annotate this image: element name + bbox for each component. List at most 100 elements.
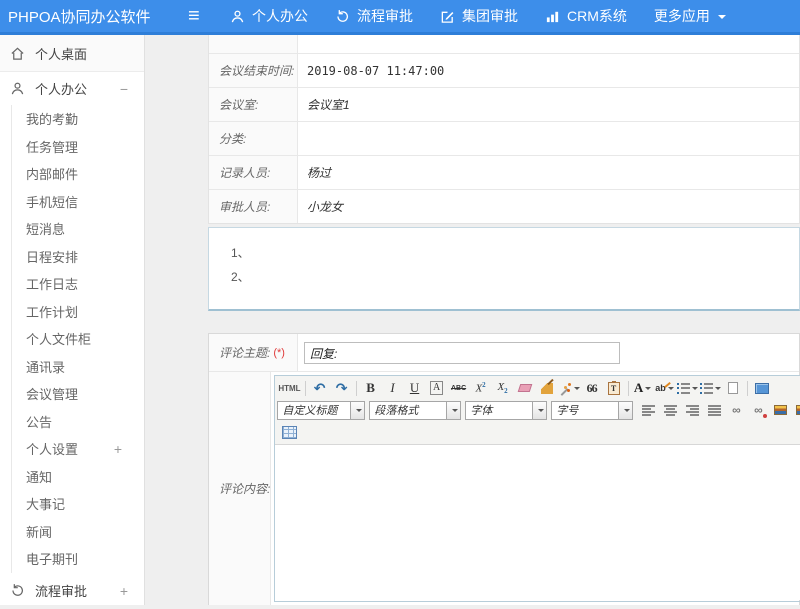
- sidebar-item-label: 短消息: [26, 219, 65, 238]
- font-color-button[interactable]: A: [633, 379, 653, 397]
- insert-table-icon[interactable]: [282, 426, 297, 439]
- sidebar-submenu: 我的考勤 任务管理 内部邮件 手机短信 短消息 日程安排 工作日志 工作计划 个…: [11, 105, 144, 573]
- unordered-list-button[interactable]: [700, 379, 721, 397]
- highlight-color-button[interactable]: ab: [655, 379, 675, 397]
- sidebar-item-label: 工作日志: [26, 274, 78, 293]
- caret-down-icon: [668, 387, 674, 393]
- table-row: 会议结束时间: 2019-08-07 11:47:00: [209, 53, 799, 87]
- row-label: 评论内容:: [209, 372, 271, 605]
- sidebar-item-notices[interactable]: 通知: [12, 463, 144, 491]
- fullscreen-icon[interactable]: [755, 383, 769, 394]
- nav-label: 更多应用: [654, 6, 710, 26]
- sidebar-item-short-message[interactable]: 短消息: [12, 215, 144, 243]
- sidebar-item-label: 公告: [26, 412, 52, 431]
- editor-content-area[interactable]: [275, 445, 800, 600]
- comment-subject-input[interactable]: [304, 342, 620, 364]
- format-clear-icon[interactable]: [541, 383, 553, 394]
- nav-label: 集团审批: [462, 6, 518, 26]
- edit-icon: [440, 9, 455, 24]
- new-page-icon[interactable]: [728, 382, 738, 394]
- sidebar-item-major-events[interactable]: 大事记: [12, 490, 144, 518]
- table-row: [209, 35, 799, 53]
- superscript-button[interactable]: X2: [475, 381, 485, 395]
- rich-text-editor: HTML ↶ ↷ B I U A ABC X2 X2: [274, 375, 800, 602]
- sidebar-item-attendance[interactable]: 我的考勤: [12, 105, 144, 133]
- link-icon[interactable]: ∞: [726, 401, 746, 419]
- table-row: 分类:: [209, 121, 799, 155]
- sidebar-item-tasks[interactable]: 任务管理: [12, 133, 144, 161]
- strikethrough-button[interactable]: ABC: [449, 379, 469, 397]
- user-icon: [10, 81, 27, 96]
- paragraph-format-select[interactable]: 段落格式: [369, 401, 461, 420]
- sidebar-item-schedule[interactable]: 日程安排: [12, 243, 144, 271]
- nav-label: 个人办公: [252, 6, 308, 26]
- sidebar-item-label: 个人桌面: [35, 44, 87, 63]
- row-value: [298, 122, 799, 155]
- font-size-select[interactable]: 字号: [551, 401, 633, 420]
- quick-format-button[interactable]: [559, 379, 580, 397]
- toolbar-row-3: [277, 421, 800, 443]
- hamburger-icon[interactable]: ≡: [188, 5, 230, 28]
- html-source-button[interactable]: HTML: [278, 379, 300, 397]
- separator: [305, 381, 306, 396]
- caret-down-icon: [574, 387, 580, 393]
- bold-button[interactable]: B: [361, 379, 381, 397]
- sidebar-item-label: 流程审批: [35, 581, 87, 600]
- custom-heading-select[interactable]: 自定义标题: [277, 401, 365, 420]
- main-content: 会议结束时间: 2019-08-07 11:47:00 会议室: 会议室1 分类…: [146, 35, 800, 605]
- nav-group-approval[interactable]: 集团审批: [440, 6, 518, 26]
- home-icon: [10, 46, 27, 61]
- font-family-select[interactable]: 字体: [465, 401, 547, 420]
- row-label: 记录人员:: [209, 156, 298, 189]
- sidebar-item-personal-files[interactable]: 个人文件柜: [12, 325, 144, 353]
- sidebar-item-e-journal[interactable]: 电子期刊: [12, 545, 144, 573]
- align-center-icon[interactable]: [664, 405, 677, 416]
- sidebar-item-contacts[interactable]: 通讯录: [12, 353, 144, 381]
- row-label: 评论主题: (*): [209, 334, 298, 371]
- caret-down-icon: [446, 402, 460, 419]
- nav-more-apps[interactable]: 更多应用: [654, 6, 726, 26]
- nav-workflow-approval[interactable]: 流程审批: [335, 6, 413, 26]
- sidebar-item-personal-office[interactable]: 个人办公 −: [0, 72, 144, 105]
- undo-icon[interactable]: ↶: [310, 379, 330, 397]
- sidebar-item-work-log[interactable]: 工作日志: [12, 270, 144, 298]
- nav-crm-system[interactable]: CRM系统: [545, 6, 627, 26]
- eraser-icon[interactable]: [517, 384, 532, 392]
- sidebar-item-meetings[interactable]: 会议管理: [12, 380, 144, 408]
- sidebar-item-personal-settings[interactable]: 个人设置+: [12, 435, 144, 463]
- sidebar-item-label: 内部邮件: [26, 164, 78, 183]
- table-row: 记录人员: 杨过: [209, 155, 799, 189]
- sidebar-item-workflow-approval[interactable]: 流程审批 +: [0, 573, 144, 609]
- collapse-icon[interactable]: −: [120, 81, 128, 97]
- unlink-icon[interactable]: ∞: [748, 401, 768, 419]
- comment-subject-row: 评论主题: (*): [209, 334, 799, 372]
- sidebar-item-news[interactable]: 新闻: [12, 518, 144, 546]
- required-mark: (*): [273, 347, 285, 359]
- table-row: 会议室: 会议室1: [209, 87, 799, 121]
- sidebar-item-personal-desktop[interactable]: 个人桌面: [0, 35, 144, 72]
- row-value: 会议室1: [298, 88, 799, 121]
- align-right-icon[interactable]: [686, 405, 699, 416]
- expand-icon[interactable]: +: [114, 441, 122, 457]
- caret-down-icon: [718, 15, 726, 23]
- sidebar-item-label: 任务管理: [26, 137, 78, 156]
- sidebar-item-internal-mail[interactable]: 内部邮件: [12, 160, 144, 188]
- ordered-list-button[interactable]: [677, 379, 698, 397]
- align-justify-icon[interactable]: [708, 405, 721, 416]
- insert-image-icon[interactable]: [796, 405, 800, 415]
- expand-icon[interactable]: +: [120, 583, 128, 599]
- redo-icon[interactable]: ↷: [332, 379, 352, 397]
- sidebar-item-announcements[interactable]: 公告: [12, 408, 144, 436]
- image-icon[interactable]: [774, 405, 787, 415]
- sidebar-item-sms[interactable]: 手机短信: [12, 188, 144, 216]
- font-style-icon[interactable]: A: [430, 381, 443, 395]
- underline-button[interactable]: U: [405, 379, 425, 397]
- align-left-icon[interactable]: [642, 405, 655, 416]
- italic-button[interactable]: I: [383, 379, 403, 397]
- paste-from-word-icon[interactable]: T: [608, 382, 620, 395]
- sidebar-item-work-plan[interactable]: 工作计划: [12, 298, 144, 326]
- subscript-button[interactable]: X2: [497, 381, 507, 395]
- sidebar-item-label: 日程安排: [26, 247, 78, 266]
- blockquote-button[interactable]: 66: [582, 379, 602, 397]
- nav-personal-office[interactable]: 个人办公: [230, 6, 308, 26]
